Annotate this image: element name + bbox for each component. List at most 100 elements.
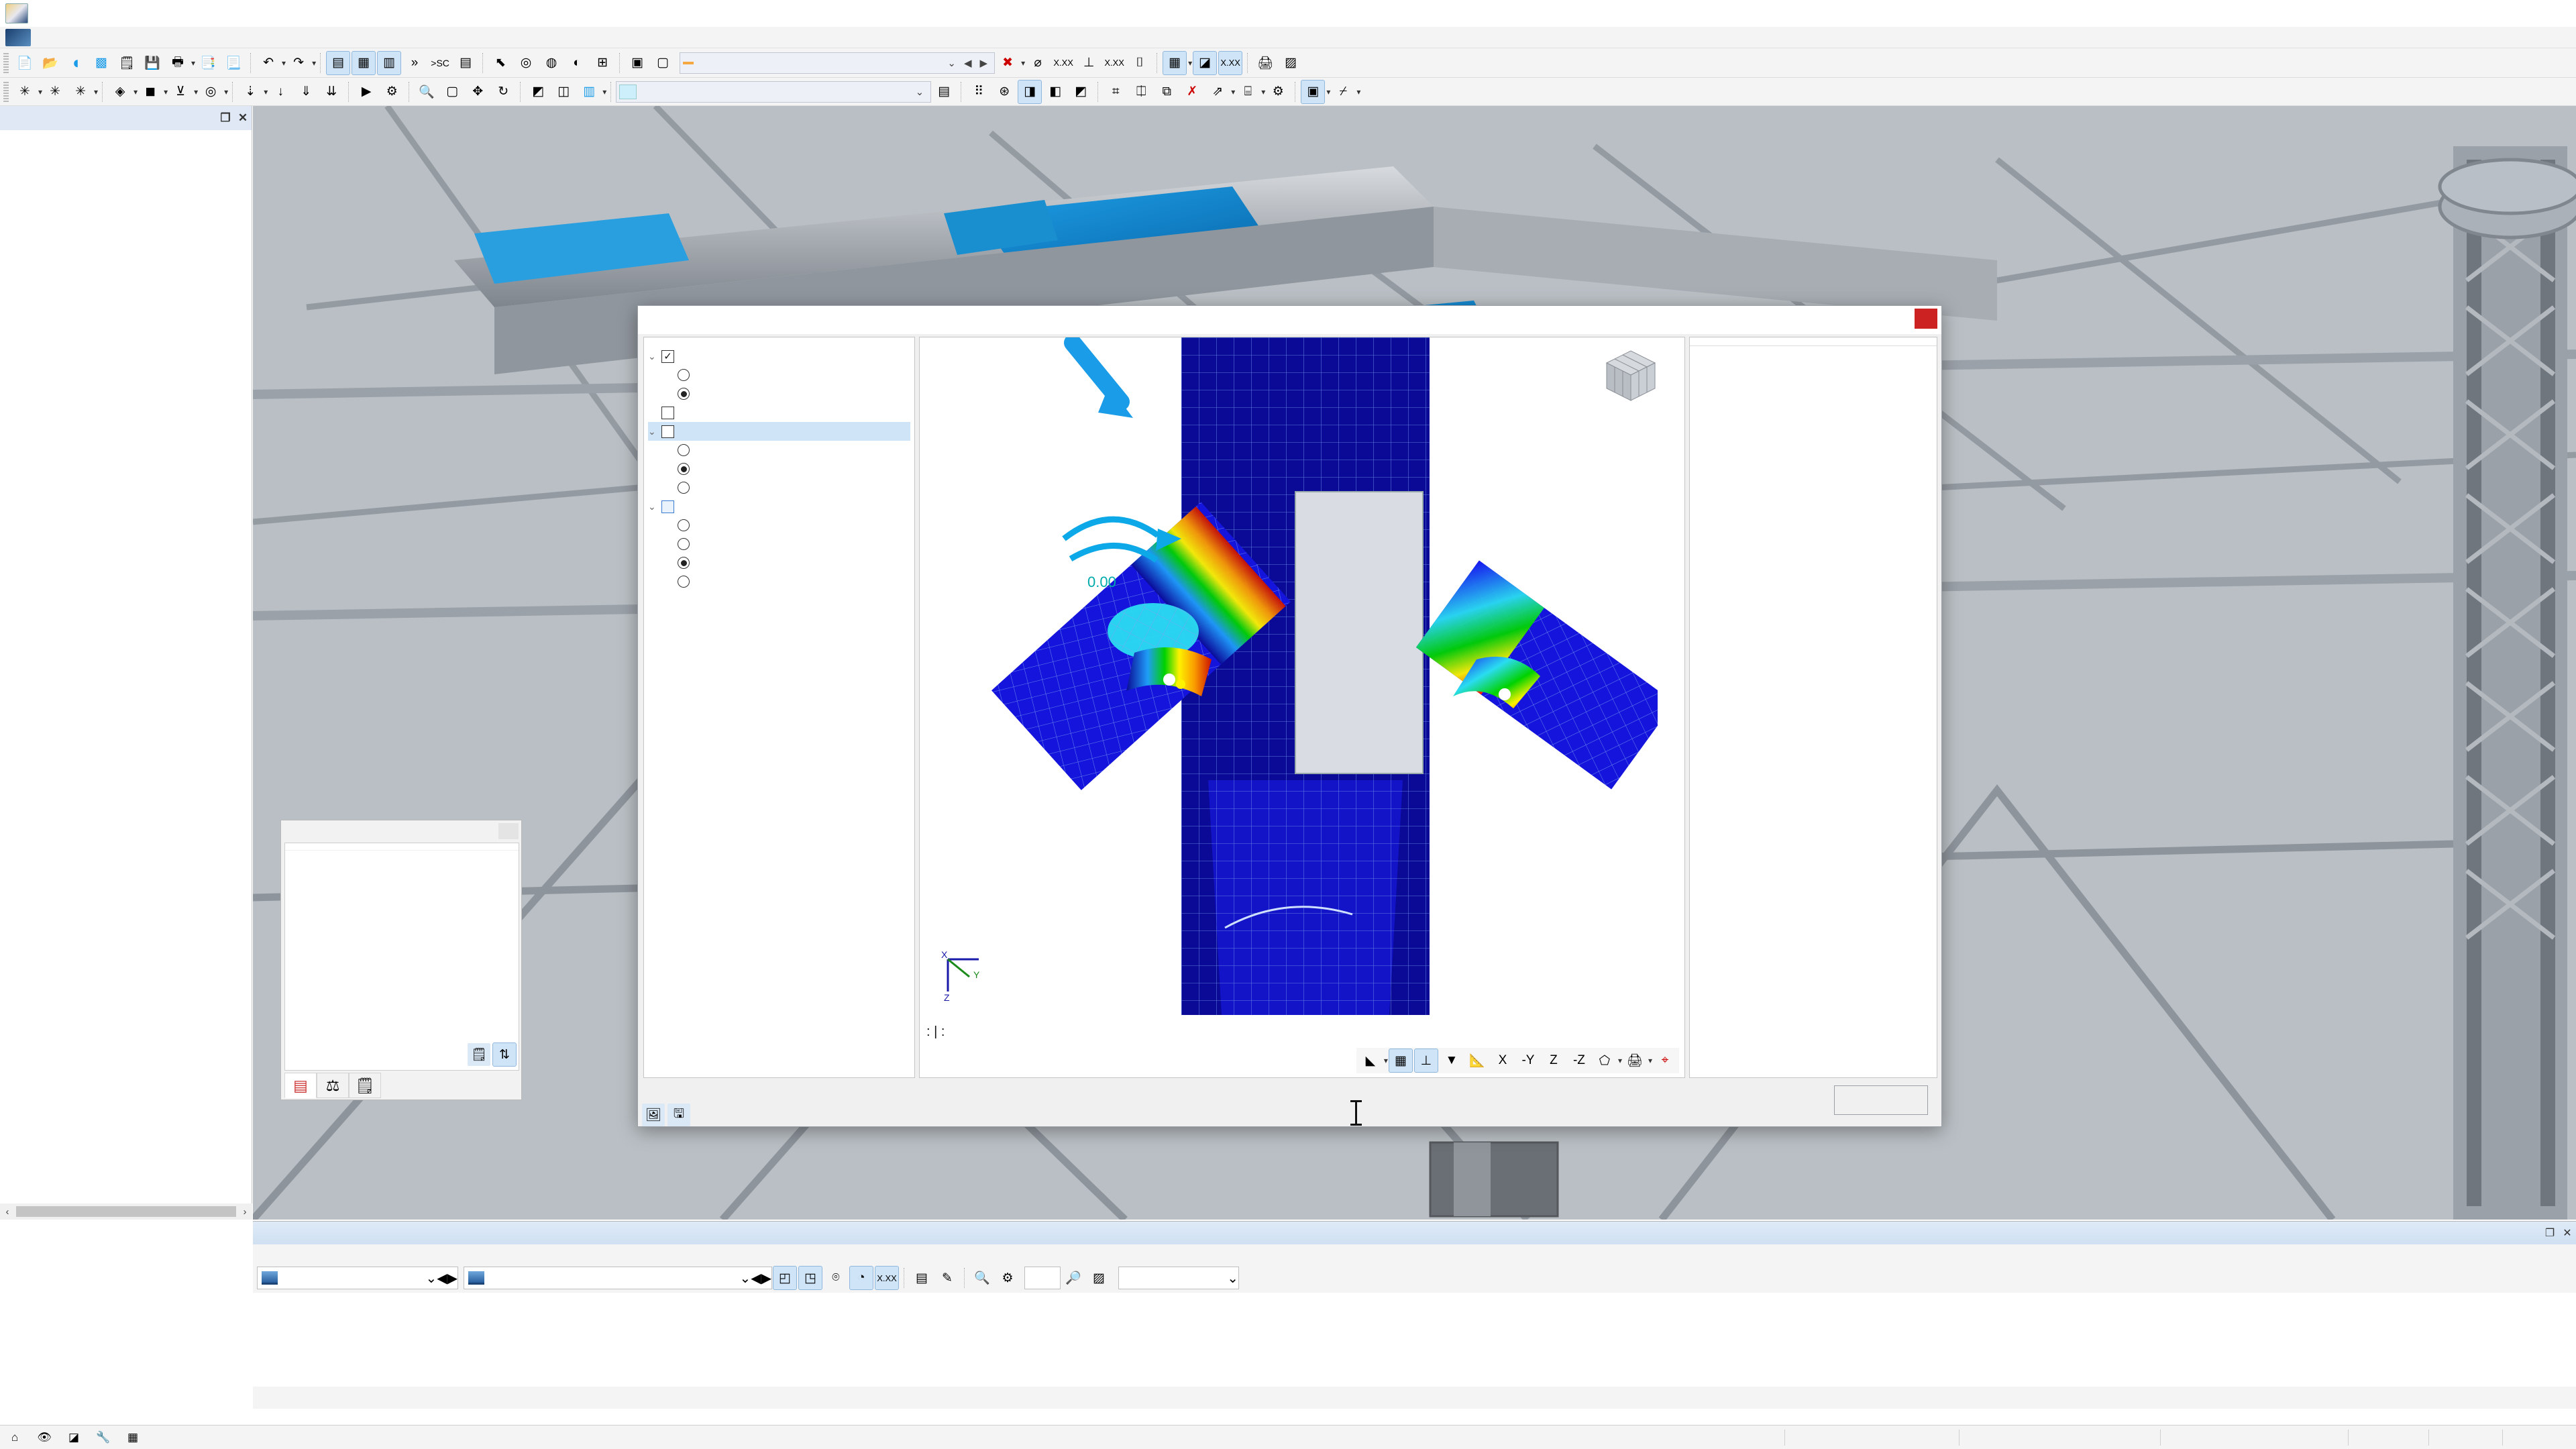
select-free-icon[interactable]: ◐ — [566, 52, 588, 74]
copy-icon[interactable]: ⧉ — [1155, 80, 1178, 103]
load-icon[interactable]: ⇣ — [239, 80, 262, 103]
dialog-close-button[interactable] — [1834, 1085, 1928, 1115]
scroll-right-icon[interactable]: › — [237, 1206, 252, 1218]
plane-xz-icon[interactable]: ◩ — [1069, 80, 1092, 103]
non-continuous-radio[interactable] — [678, 538, 690, 550]
status-tools-icon[interactable]: 🔧 — [91, 1428, 116, 1448]
new-node-icon[interactable]: ✳ — [13, 80, 36, 103]
prev-arrow-icon[interactable]: ◀ — [960, 57, 976, 69]
toolbar-grip[interactable] — [3, 52, 9, 73]
wire-mode-icon[interactable]: ◫ — [552, 80, 575, 103]
select-objects-icon[interactable]: ⬉ — [489, 52, 512, 74]
dialog-close-icon[interactable] — [1915, 309, 1937, 329]
filter-combo[interactable]: ⌄ — [1118, 1267, 1239, 1289]
prev-result-icon[interactable]: ◰ — [773, 1266, 797, 1290]
export-table-icon[interactable]: ▤ — [910, 1267, 933, 1289]
prev-arrow-icon[interactable]: ◀ — [751, 1270, 761, 1287]
result-value-icon[interactable]: X.XX — [1218, 50, 1243, 75]
render-mode-icon[interactable]: ◩ — [527, 80, 549, 103]
member-design-icon[interactable]: ⌿ — [1332, 80, 1354, 103]
settings-icon[interactable]: ⚙ — [1267, 80, 1289, 103]
next-arrow-icon[interactable]: ▶ — [976, 57, 992, 69]
view-z-icon[interactable]: Z — [1542, 1049, 1565, 1072]
view-cube[interactable] — [1597, 347, 1664, 405]
select-all-icon[interactable]: ⊞ — [591, 52, 614, 74]
twisty-icon[interactable]: ⌄ — [648, 351, 661, 362]
option-surfaces[interactable]: ⌄ ✓ — [648, 347, 910, 366]
pan-icon[interactable]: ✥ — [466, 80, 489, 103]
filter-results-icon[interactable]: ⌾ — [824, 1267, 847, 1289]
option-continuous-all-surfaces[interactable] — [648, 572, 910, 591]
settings-table-icon[interactable]: ⚙ — [996, 1267, 1019, 1289]
new-member-icon[interactable]: ✳ — [69, 80, 92, 103]
results-grid[interactable] — [253, 1293, 2576, 1387]
table-color-icon[interactable]: ▥ — [377, 50, 402, 75]
joint-result-render[interactable]: 0.00 X Y Z: |: ◣ ▾ ▦ ⊥ ▼ 📐 X -Y Z -Z ⬠… — [919, 337, 1685, 1078]
scroll-thumb[interactable] — [16, 1206, 236, 1217]
new-support-icon[interactable]: ⊻ — [169, 80, 192, 103]
mirror-icon[interactable]: ⎅ — [1130, 80, 1152, 103]
option-constant-mesh[interactable] — [648, 516, 910, 535]
tab-color-scale[interactable]: ▤ — [284, 1073, 317, 1098]
coordinate-system-combo[interactable]: ⌄ — [616, 80, 932, 103]
new-model-icon[interactable]: 📄 — [13, 52, 36, 74]
analysis-combo[interactable]: ⌄ ◀ ▶ — [464, 1267, 772, 1289]
mesh-icon[interactable]: ▨ — [1279, 52, 1302, 74]
panel-icon[interactable]: ▤ — [454, 52, 477, 74]
print-preview-icon[interactable]: 🖨 — [1254, 52, 1277, 74]
show-values-icon[interactable]: X.XX — [875, 1266, 899, 1290]
save-icon[interactable]: 💾 — [141, 52, 164, 74]
section-icon[interactable]: ⌸ — [1236, 80, 1259, 103]
view-y-icon[interactable]: -Y — [1517, 1049, 1540, 1072]
steel-design-icon[interactable]: ▣ — [1301, 79, 1326, 104]
render-style-icon[interactable]: ◣ — [1359, 1049, 1382, 1072]
constant-mesh-radio[interactable] — [678, 519, 690, 531]
chevron-down-icon[interactable]: ⌄ — [425, 1270, 437, 1287]
option-plastic-strains[interactable] — [648, 366, 910, 384]
new-surface-icon[interactable]: ◈ — [109, 80, 131, 103]
new-line-icon[interactable]: ✳ — [44, 80, 66, 103]
next-result-icon[interactable]: ◳ — [798, 1266, 822, 1290]
twisty-icon[interactable]: ⌄ — [648, 426, 661, 437]
render-export-icon[interactable]: 🖫 — [667, 1104, 690, 1126]
edit-table-icon[interactable]: ✎ — [936, 1267, 959, 1289]
scroll-left-icon[interactable]: ‹ — [0, 1206, 15, 1218]
print-render-icon[interactable]: 🖨 — [1623, 1049, 1646, 1072]
measure-icon[interactable]: ⌗ — [1104, 80, 1127, 103]
tab-display[interactable]: 🗒 — [349, 1073, 381, 1098]
cloud-icon[interactable]: ◖ — [64, 52, 87, 74]
zoom-table-icon[interactable]: 🔍 — [971, 1267, 994, 1289]
zoom-in-icon[interactable]: 🔍 — [415, 80, 438, 103]
calc-settings-icon[interactable]: ⚙ — [380, 80, 403, 103]
shear-force-z-radio[interactable] — [678, 482, 690, 494]
result-surface-icon[interactable]: ◪ — [1193, 50, 1218, 75]
tab-factors[interactable]: ⚖ — [317, 1073, 349, 1098]
view-x-icon[interactable]: X — [1491, 1049, 1514, 1072]
continuous-all-surfaces-radio[interactable] — [678, 576, 690, 588]
grid-snap-icon[interactable]: ⠿ — [967, 80, 990, 103]
chevron-down-icon[interactable]: ⌄ — [912, 86, 928, 98]
status-render-icon[interactable]: ◪ — [61, 1428, 87, 1448]
result-sections-checkbox[interactable] — [661, 406, 674, 419]
print-icon[interactable]: 🖶 — [166, 52, 189, 74]
chevron-down-icon[interactable]: ⌄ — [739, 1270, 751, 1287]
next-arrow-icon[interactable]: ▶ — [761, 1270, 771, 1287]
status-grid-icon[interactable]: ▦ — [120, 1428, 146, 1448]
result-smoothing-checkbox[interactable] — [661, 500, 674, 513]
calculate-icon[interactable]: ▶ — [355, 80, 378, 103]
control-panel-pin-icon[interactable] — [498, 823, 519, 839]
prev-arrow-icon[interactable]: ◀ — [437, 1270, 447, 1287]
option-continuous-within-surfaces[interactable] — [648, 553, 910, 572]
legend-edit-icon[interactable]: 🗒 — [468, 1043, 490, 1066]
zoom-window-icon[interactable]: ▢ — [441, 80, 464, 103]
new-report-icon[interactable]: 📑 — [197, 52, 219, 74]
toolbar-grip-2[interactable] — [3, 81, 9, 102]
option-shear-force-z[interactable] — [648, 478, 910, 497]
table-grid-icon[interactable]: ▦ — [352, 50, 376, 75]
plane-xy-icon[interactable]: ◨ — [1018, 79, 1042, 104]
colorize-icon[interactable]: ▨ — [1087, 1267, 1110, 1289]
chevron-down-icon[interactable]: ⌄ — [943, 57, 960, 69]
visibility-icon[interactable]: ▣ — [626, 52, 649, 74]
cs-edit-icon[interactable]: ▤ — [932, 80, 955, 103]
render-snapshot-icon[interactable]: 🖼 — [642, 1104, 665, 1126]
